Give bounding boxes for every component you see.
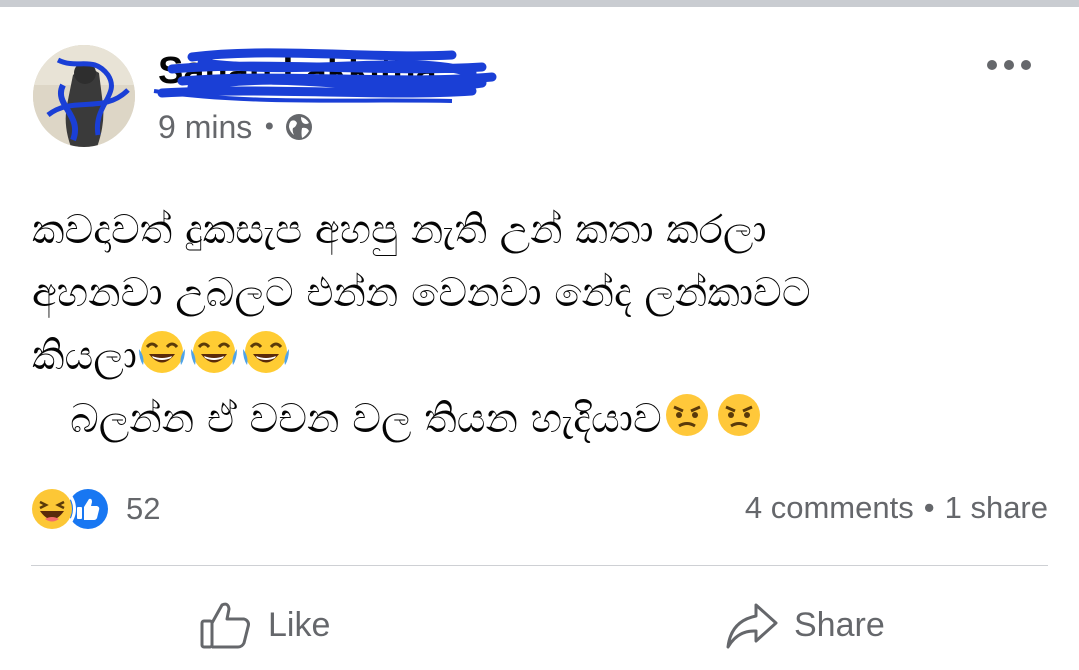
- post-text-line: කවදාවත් දුකසැප අහපු නැති උන් කතා කරලා: [32, 207, 767, 253]
- tears-of-joy-emoji: [189, 327, 239, 377]
- tears-of-joy-emoji: [241, 327, 291, 377]
- post-text-line-4: බලන්න ඒ වචන වල තියන හැදියාව: [32, 388, 1042, 451]
- author-name-wrap[interactable]: Sahan Lakkitha: [153, 47, 518, 103]
- post-time[interactable]: 9 mins: [158, 109, 252, 146]
- like-label: Like: [268, 605, 331, 644]
- reaction-count: 52: [126, 491, 161, 526]
- share-label: Share: [794, 605, 885, 644]
- globe-icon: [286, 114, 313, 140]
- like-button[interactable]: Like: [198, 597, 330, 653]
- more-options-button[interactable]: [984, 51, 1034, 79]
- angry-emoji: [714, 390, 764, 440]
- meta-separator: •: [262, 113, 277, 141]
- more-dot: [987, 60, 997, 70]
- post-text-line: අහනවා උබලට එන්න වෙනවා නේද ලන්කාවට: [32, 270, 811, 316]
- author-name[interactable]: Sahan Lakkitha: [158, 47, 518, 95]
- engagement-separator: •: [923, 490, 935, 525]
- angry-emoji: [662, 390, 712, 440]
- more-dot: [1004, 60, 1014, 70]
- comments-count-link[interactable]: 4 comments: [745, 490, 914, 526]
- post-card: Sahan Lakkitha 9 mins • කවදාවත් දුකසැප අ…: [0, 7, 1079, 670]
- more-dot: [1021, 60, 1031, 70]
- divider: [31, 565, 1048, 566]
- post-text-segment: කියලා: [32, 333, 137, 379]
- tears-of-joy-emoji: [137, 327, 187, 377]
- avatar-image: [33, 45, 135, 147]
- share-arrow-icon: [726, 603, 778, 649]
- thumbs-up-icon: [200, 602, 250, 649]
- post-text: කවදාවත් දුකසැප අහපු නැති උන් කතා කරලා අහන…: [32, 199, 1042, 451]
- reactions-summary[interactable]: 52: [28, 485, 160, 533]
- share-button[interactable]: Share: [724, 597, 885, 653]
- post-meta: 9 mins •: [158, 107, 314, 147]
- engagement-summary: 4 comments • 1 share: [745, 487, 1048, 529]
- shares-count-link[interactable]: 1 share: [945, 490, 1048, 526]
- post-text-segment: බලන්න ඒ වචන වල තියන හැදියාව: [32, 396, 662, 442]
- post-text-line-3: කියලා: [32, 325, 1042, 388]
- haha-reaction-icon: [28, 485, 76, 533]
- top-strip: [0, 0, 1079, 7]
- avatar[interactable]: [33, 45, 135, 147]
